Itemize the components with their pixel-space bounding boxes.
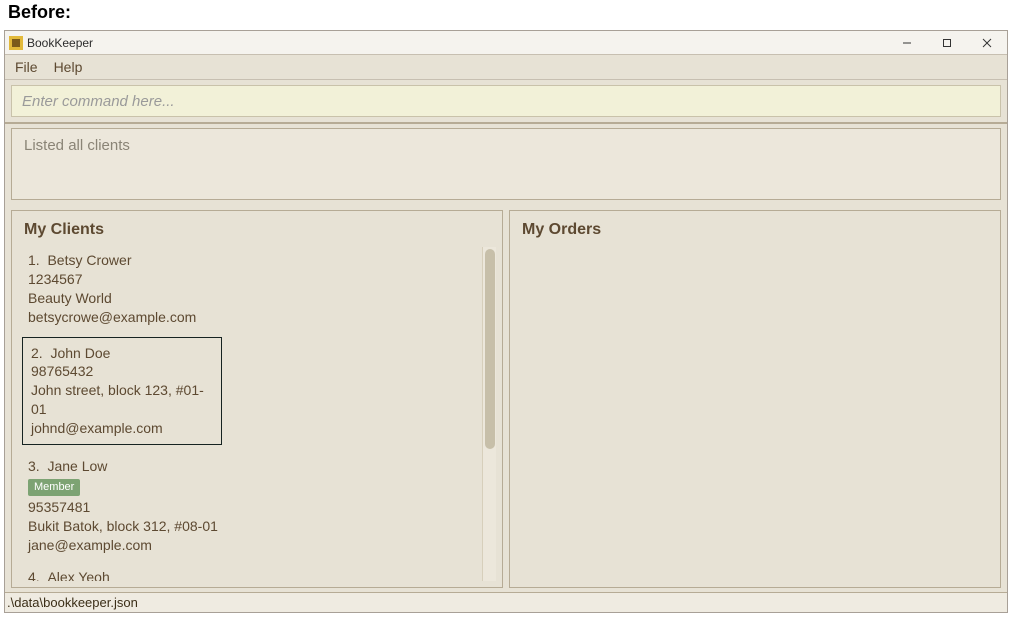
before-label: Before: [0, 0, 1013, 29]
member-badge: Member [28, 479, 80, 496]
result-text: Listed all clients [11, 128, 1001, 200]
app-icon [9, 36, 23, 50]
client-email: johnd@example.com [31, 419, 213, 438]
client-name: 4. Alex Yeoh [28, 568, 474, 581]
client-address: John street, block 123, #01-01 [31, 381, 213, 419]
window-controls [887, 31, 1007, 55]
menubar: File Help [5, 55, 1007, 80]
client-item[interactable]: 1. Betsy Crower1234567Beauty Worldbetsyc… [22, 247, 480, 337]
client-email: jane@example.com [28, 536, 474, 555]
client-name: 2. John Doe [31, 344, 213, 363]
client-address: Bukit Batok, block 312, #08-01 [28, 517, 474, 536]
clients-scrollbar[interactable] [482, 247, 496, 581]
maximize-button[interactable] [927, 31, 967, 55]
client-item[interactable]: 2. John Doe98765432John street, block 12… [22, 337, 222, 445]
client-name: 1. Betsy Crower [28, 251, 474, 270]
client-phone: 95357481 [28, 498, 474, 517]
close-button[interactable] [967, 31, 1007, 55]
client-address: Beauty World [28, 289, 474, 308]
scrollbar-thumb[interactable] [485, 249, 495, 449]
clients-panel: My Clients 1. Betsy Crower1234567Beauty … [11, 210, 503, 588]
client-item[interactable]: 3. Jane Low Member 95357481Bukit Batok, bl… [22, 453, 480, 564]
client-item[interactable]: 4. Alex Yeoh [22, 564, 480, 581]
panels: My Clients 1. Betsy Crower1234567Beauty … [5, 206, 1007, 592]
menu-help[interactable]: Help [54, 59, 83, 75]
titlebar: BookKeeper [5, 31, 1007, 55]
clients-list: 1. Betsy Crower1234567Beauty Worldbetsyc… [22, 247, 480, 581]
orders-body [516, 247, 994, 581]
statusbar: .\data\bookkeeper.json [5, 592, 1007, 612]
clients-title: My Clients [12, 211, 502, 247]
orders-title: My Orders [510, 211, 1000, 247]
app-title: BookKeeper [27, 36, 93, 50]
command-input[interactable] [11, 85, 1001, 117]
command-bar [5, 80, 1007, 124]
menu-file[interactable]: File [15, 59, 38, 75]
clients-body: 1. Betsy Crower1234567Beauty Worldbetsyc… [18, 247, 496, 581]
client-phone: 1234567 [28, 270, 474, 289]
client-phone: 98765432 [31, 362, 213, 381]
result-area: Listed all clients [5, 124, 1007, 206]
orders-panel: My Orders [509, 210, 1001, 588]
minimize-button[interactable] [887, 31, 927, 55]
client-email: betsycrowe@example.com [28, 308, 474, 327]
app-window: BookKeeper File Help Listed all clients … [4, 30, 1008, 613]
client-name: 3. Jane Low [28, 457, 474, 476]
